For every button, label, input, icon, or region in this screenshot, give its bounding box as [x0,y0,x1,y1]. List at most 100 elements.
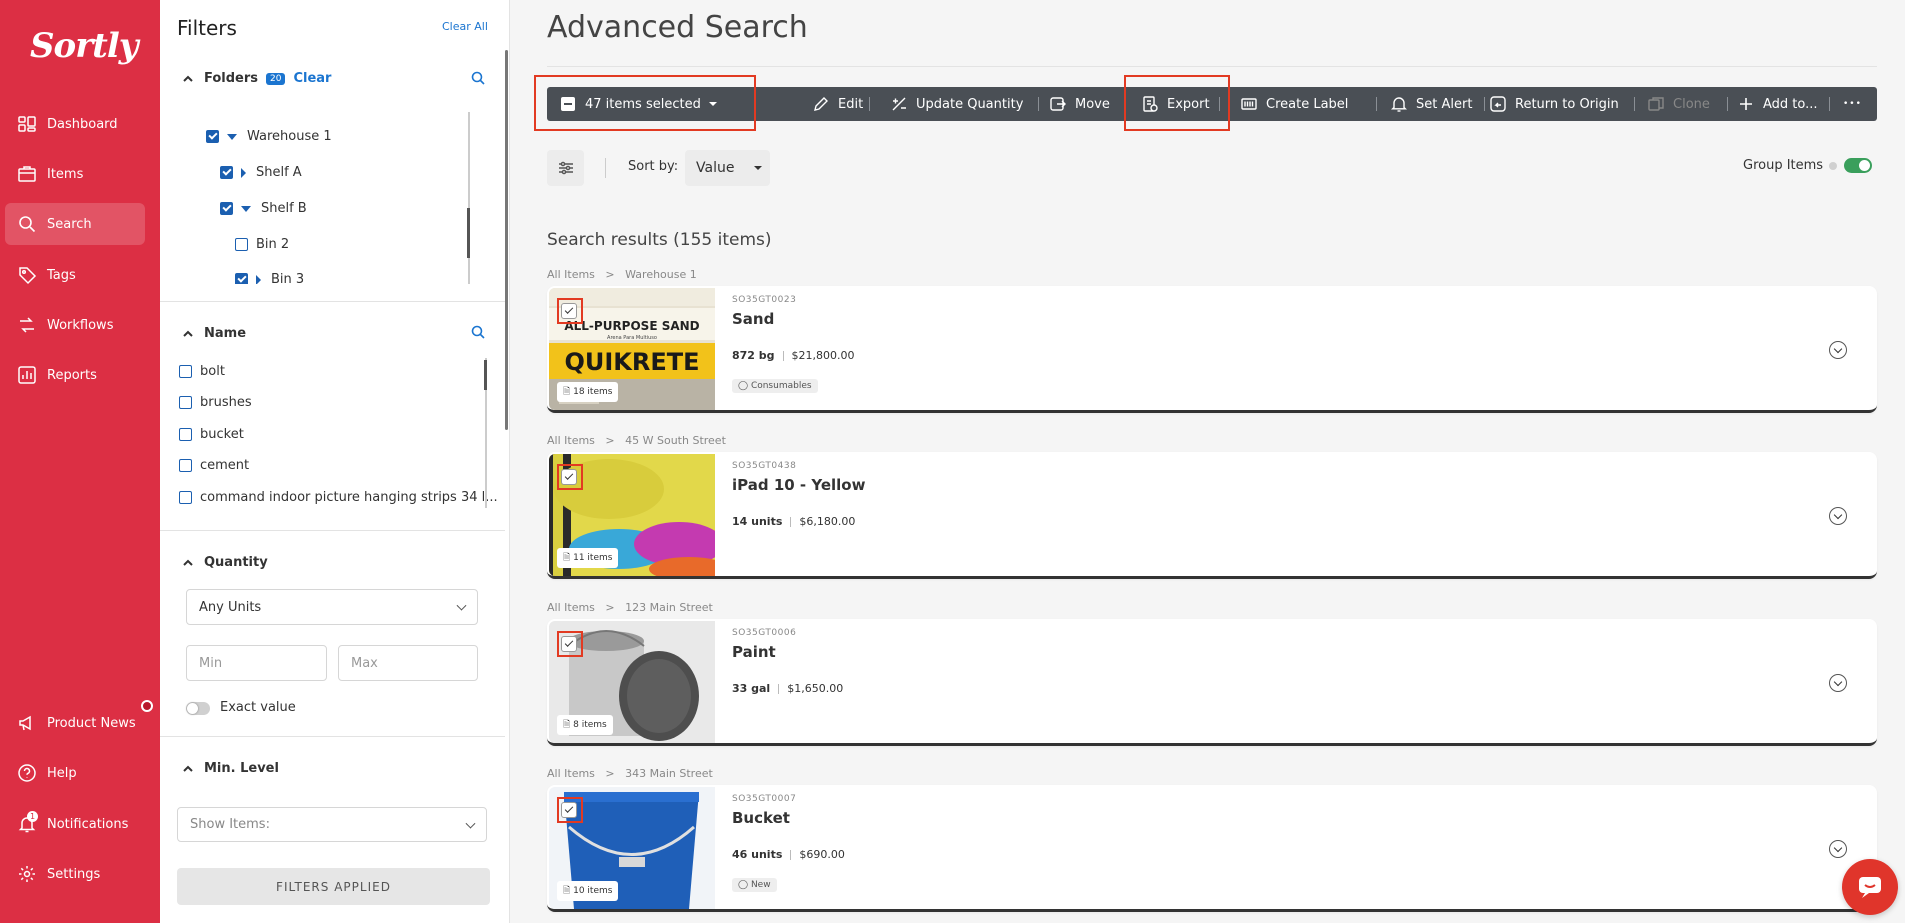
sidebar-item-reports[interactable]: Reports [5,354,145,396]
more-actions-button[interactable]: ••• [1843,87,1862,121]
folders-clear-link[interactable]: Clear [293,71,331,86]
expand-caret-icon[interactable] [241,205,251,212]
item-thumbnail[interactable]: 🗎 8 items [549,621,715,743]
quantity-section-header[interactable]: Quantity [182,555,268,570]
sidebar-item-workflows[interactable]: Workflows [5,304,145,346]
folders-section-header[interactable]: Folders 20 Clear [182,71,331,86]
name-checkbox[interactable] [179,396,192,409]
group-items-toggle[interactable] [1844,158,1873,173]
folder-tree-item[interactable]: Bin 2 [235,237,289,252]
breadcrumb-separator-icon: > [605,434,615,447]
folder-tree-item[interactable]: Bin 3 [235,272,304,284]
min-level-section-header[interactable]: Min. Level [182,761,279,776]
collapse-caret-icon[interactable] [241,167,246,178]
name-list-scroll-thumb[interactable] [484,360,487,390]
info-icon[interactable] [1829,161,1838,170]
breadcrumb-folder-link[interactable]: Warehouse 1 [625,268,697,281]
filters-applied-button[interactable]: FILTERS APPLIED [177,868,490,905]
name-option[interactable]: brushes [179,395,252,410]
sidebar-item-notifications[interactable]: Notifications [5,803,145,845]
expand-chevron-icon[interactable] [1829,674,1847,692]
item-name[interactable]: Bucket [732,809,790,827]
item-thumbnail[interactable]: 🗎 10 items [549,787,715,909]
item-name[interactable]: iPad 10 - Yellow [732,476,865,494]
folder-tree-item[interactable]: Shelf B [220,201,307,216]
dashboard-icon [18,116,36,132]
sidebar-item-dashboard[interactable]: Dashboard [5,103,145,145]
item-name[interactable]: Paint [732,643,776,661]
folder-search-icon[interactable] [470,70,486,86]
edit-button[interactable]: Edit [812,87,863,121]
folder-tree-item[interactable]: Warehouse 1 [206,129,332,144]
breadcrumb-folder-link[interactable]: 45 W South Street [625,434,726,447]
quantity-max-input[interactable]: Max [338,645,478,681]
folder-checkbox[interactable] [235,238,248,251]
name-checkbox[interactable] [179,428,192,441]
folder-checkbox[interactable] [220,166,233,179]
breadcrumb-root-link[interactable]: All Items [547,268,595,281]
breadcrumb-folder-link[interactable]: 123 Main Street [625,601,713,614]
folder-tree-item[interactable]: Shelf A [220,165,302,180]
create-label-label: Create Label [1266,96,1349,112]
expand-chevron-icon[interactable] [1829,341,1847,359]
update-quantity-button[interactable]: Update Quantity [890,87,1023,121]
name-option[interactable]: command indoor picture hanging strips 34… [179,490,498,505]
sortly-logo[interactable]: Sortly [30,26,139,66]
name-section-header[interactable]: Name [182,326,246,341]
name-option[interactable]: cement [179,458,249,473]
add-to-button[interactable]: Add to... [1737,87,1818,121]
item-name[interactable]: Sand [732,310,774,328]
return-to-origin-button[interactable]: Return to Origin [1489,87,1619,121]
chat-support-button[interactable] [1842,859,1898,915]
breadcrumb-root-link[interactable]: All Items [547,434,595,447]
folder-checkbox[interactable] [220,202,233,215]
folder-label: Bin 3 [271,272,305,284]
expand-caret-icon[interactable] [227,133,237,140]
sidebar-item-label: Product News [47,715,136,731]
min-level-select[interactable]: Show Items: [177,807,487,842]
item-thumbnail[interactable]: ALL-PURPOSE SAND Arena Para Multiuso QUI… [549,288,715,410]
exact-value-toggle[interactable] [186,702,210,715]
result-card[interactable]: 🗎 10 items SO35GT0007 Bucket 46 units $69… [547,785,1877,912]
units-select[interactable]: Any Units [186,589,478,625]
set-alert-button[interactable]: Set Alert [1390,87,1472,121]
result-card[interactable]: ALL-PURPOSE SAND Arena Para Multiuso QUI… [547,286,1877,413]
folder-checkbox[interactable] [235,273,248,284]
item-thumbnail[interactable]: 🗎 11 items [549,454,715,576]
breadcrumb-root-link[interactable]: All Items [547,767,595,780]
folder-checkbox[interactable] [206,130,219,143]
filter-settings-button[interactable] [547,150,584,186]
filters-scrollbar[interactable] [505,50,508,430]
sidebar-item-tags[interactable]: Tags [5,254,145,296]
result-card[interactable]: 🗎 11 items SO35GT0438 iPad 10 - Yellow 1… [547,452,1877,579]
name-search-icon[interactable] [470,324,486,340]
folder-tree-scroll-thumb[interactable] [467,208,470,258]
name-option[interactable]: bucket [179,427,244,442]
item-tag[interactable]: ◯ Consumables [732,379,818,393]
breadcrumb-root-link[interactable]: All Items [547,601,595,614]
item-tag[interactable]: ◯ New [732,878,777,892]
name-option[interactable]: bolt [179,364,225,379]
collapse-caret-icon[interactable] [256,274,261,284]
create-label-button[interactable]: Create Label [1240,87,1348,121]
expand-chevron-icon[interactable] [1829,840,1847,858]
min-level-label: Min. Level [204,761,279,776]
move-button[interactable]: Move [1049,87,1110,121]
expand-chevron-icon[interactable] [1829,507,1847,525]
clear-all-link[interactable]: Clear All [442,20,488,33]
result-card[interactable]: 🗎 8 items SO35GT0006 Paint 33 gal $1,650.… [547,619,1877,746]
name-checkbox[interactable] [179,365,192,378]
folder-tree-scroll-track[interactable] [468,112,470,284]
folder-tree-clip: Bin 3 [220,272,480,284]
name-checkbox[interactable] [179,491,192,504]
sidebar-item-product-news[interactable]: Product News [5,702,145,744]
quantity-min-input[interactable]: Min [186,645,327,681]
breadcrumb-folder-link[interactable]: 343 Main Street [625,767,713,780]
sidebar-item-items[interactable]: Items [5,153,145,195]
sidebar-item-search[interactable]: Search [5,203,145,245]
sidebar-item-help[interactable]: Help [5,752,145,794]
clone-button[interactable]: Clone [1647,87,1710,121]
sidebar-item-settings[interactable]: Settings [5,853,145,895]
name-checkbox[interactable] [179,459,192,472]
sort-select[interactable]: Value [685,150,770,186]
